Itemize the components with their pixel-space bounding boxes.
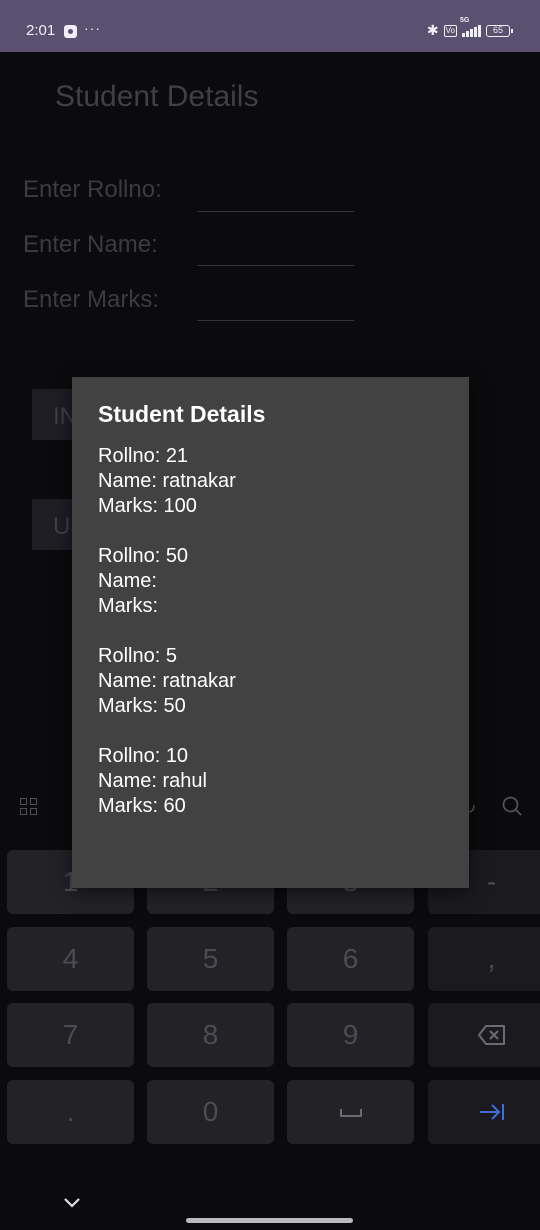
home-indicator[interactable] [186, 1218, 353, 1223]
student-record: Rollno: 21 Name: ratnakar Marks: 100 [98, 444, 236, 519]
record-rollno: Rollno: 50 [98, 545, 189, 567]
dialog-body: Rollno: 21 Name: ratnakar Marks: 100 Rol… [98, 444, 236, 844]
record-rollno: Rollno: 21 [98, 445, 189, 467]
status-time: 2:01 [26, 22, 56, 39]
key-0[interactable]: 0 [147, 1080, 274, 1144]
key-8[interactable]: 8 [147, 1003, 274, 1067]
student-record: Rollno: 50 Name: Marks: [98, 544, 236, 619]
page-title: Student Details [55, 80, 259, 113]
key-period[interactable]: . [7, 1080, 134, 1144]
key-5[interactable]: 5 [147, 927, 274, 991]
record-name: Name: ratnakar [98, 470, 236, 492]
volte-icon: Vo [443, 24, 457, 37]
network-type-label: 5G [460, 16, 470, 24]
name-label: Enter Name: [23, 231, 158, 258]
record-rollno: Rollno: 5 [98, 645, 177, 667]
key-6[interactable]: 6 [287, 927, 414, 991]
record-name: Name: [98, 570, 157, 592]
backspace-icon [477, 1025, 505, 1045]
signal-icon: 5G [460, 17, 481, 37]
key-4[interactable]: 4 [7, 927, 134, 991]
name-input[interactable] [197, 230, 354, 266]
record-name: Name: rahul [98, 770, 207, 792]
app-notification-icon [64, 25, 77, 38]
marks-input[interactable] [197, 285, 354, 321]
next-key[interactable] [428, 1080, 540, 1144]
student-record: Rollno: 10 Name: rahul Marks: 60 [98, 744, 236, 819]
record-marks: Marks: 50 [98, 695, 186, 717]
student-details-dialog: Student Details Rollno: 21 Name: ratnaka… [72, 377, 469, 888]
battery-icon: 65 [486, 24, 513, 37]
key-9[interactable]: 9 [287, 1003, 414, 1067]
rollno-label: Enter Rollno: [23, 176, 162, 203]
record-marks: Marks: 60 [98, 795, 186, 817]
backspace-key[interactable] [428, 1003, 540, 1067]
space-key[interactable] [287, 1080, 414, 1144]
key-comma[interactable]: , [428, 927, 540, 991]
status-icons: ✱ Vo 5G 65 [426, 17, 513, 39]
dialog-title: Student Details [98, 401, 266, 427]
chevron-down-icon[interactable] [62, 1192, 82, 1212]
record-name: Name: ratnakar [98, 670, 236, 692]
status-bar: 2:01 ··· ✱ Vo 5G 65 [0, 0, 540, 52]
marks-label: Enter Marks: [23, 286, 160, 313]
bluetooth-icon: ✱ [426, 22, 439, 38]
more-notifications-icon: ··· [84, 20, 101, 36]
record-marks: Marks: [98, 595, 158, 617]
key-7[interactable]: 7 [7, 1003, 134, 1067]
rollno-input[interactable] [197, 176, 354, 212]
space-icon [339, 1109, 362, 1117]
tab-next-icon [479, 1104, 504, 1120]
grid-icon[interactable] [20, 798, 38, 816]
record-rollno: Rollno: 10 [98, 745, 189, 767]
student-record: Rollno: 5 Name: ratnakar Marks: 50 [98, 644, 236, 719]
search-icon[interactable] [501, 795, 523, 817]
record-marks: Marks: 100 [98, 495, 197, 517]
